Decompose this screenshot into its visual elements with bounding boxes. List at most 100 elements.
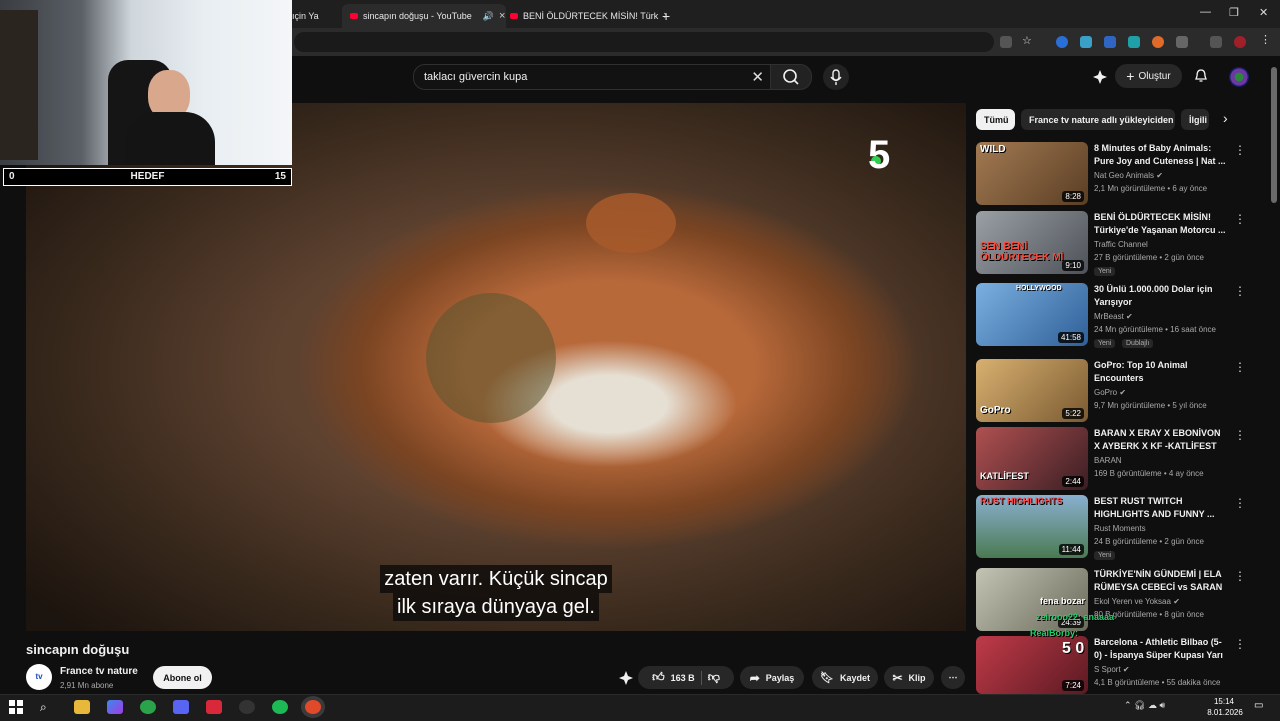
channel-name[interactable]: Traffic Channel <box>1094 240 1148 249</box>
channel-name[interactable]: GoPro ✔ <box>1094 388 1126 397</box>
more-options-icon[interactable]: ⋮ <box>1234 284 1246 298</box>
page-scrollbar[interactable] <box>1271 67 1277 203</box>
search-input[interactable]: taklacı güvercin kupa ✕ <box>413 64 771 90</box>
channel-name[interactable]: Nat Geo Animals ✔ <box>1094 171 1163 180</box>
video-thumbnail[interactable]: KATLİFEST 2:44 <box>976 427 1088 490</box>
more-options-icon[interactable]: ⋮ <box>1234 496 1246 510</box>
video-meta: 27 B görüntüleme • 2 gün önce <box>1094 253 1204 262</box>
video-thumbnail[interactable]: HOLLYWOOD 41:58 <box>976 283 1088 346</box>
video-title[interactable]: BARAN X ERAY X EBONİVON X AYBERK X KF -K… <box>1094 427 1226 454</box>
obs-icon[interactable] <box>239 700 255 714</box>
profile-avatar[interactable] <box>1234 36 1246 48</box>
video-title: sincapın doğuşu <box>26 642 130 657</box>
close-window-icon[interactable]: ✕ <box>1259 6 1268 19</box>
dislike-button[interactable]: 👎︎ <box>708 670 720 685</box>
chrome-active-icon[interactable] <box>305 700 321 714</box>
voice-search-button[interactable] <box>823 64 849 90</box>
search-button[interactable] <box>770 64 812 90</box>
browser-tab-active[interactable]: sincapın doğuşu - YouTube 🔊 × <box>342 4 506 28</box>
tray-icons[interactable]: ⌃ 🎧︎ ☁︎ 🔊︎ <box>1124 700 1165 711</box>
windows-start-icon[interactable] <box>8 700 24 714</box>
sparkle-icon[interactable] <box>1092 69 1108 85</box>
minimize-icon[interactable]: — <box>1200 6 1211 18</box>
youtube-favicon-icon <box>510 13 518 19</box>
notifications-bell-icon[interactable] <box>1193 68 1209 84</box>
more-options-icon[interactable]: ⋮ <box>1234 637 1246 651</box>
notification-center-icon[interactable]: ▭ <box>1254 700 1263 711</box>
extensions-puzzle-icon[interactable] <box>1176 36 1188 48</box>
like-button[interactable]: 👍︎ 163 B <box>652 670 695 685</box>
video-title[interactable]: BENİ ÖLDÜRTECEK MİSİN! Türkiye'de Yaşana… <box>1094 211 1226 237</box>
video-thumbnail[interactable]: WILD 8:28 <box>976 142 1088 205</box>
create-button[interactable]: + Oluştur <box>1115 64 1182 88</box>
bookmark-star-icon[interactable]: ☆ <box>1022 34 1034 47</box>
channel-name[interactable]: France tv nature <box>60 666 138 677</box>
video-meta: 24 B görüntüleme • 2 gün önce <box>1094 537 1204 546</box>
sparkle-icon[interactable] <box>618 670 634 686</box>
video-title[interactable]: GoPro: Top 10 Animal Encounters <box>1094 359 1226 385</box>
share-button[interactable]: ➦ Paylaş <box>740 666 804 689</box>
spotify-icon[interactable] <box>272 700 288 714</box>
more-options-icon[interactable]: ⋮ <box>1234 143 1246 157</box>
channel-name[interactable]: Rust Moments <box>1094 524 1146 533</box>
address-bar[interactable] <box>294 32 994 52</box>
clear-search-icon[interactable]: ✕ <box>751 68 764 86</box>
taskbar-time[interactable]: 15:14 <box>1206 697 1242 706</box>
install-icon[interactable] <box>1000 36 1012 48</box>
extension-icon[interactable] <box>1152 36 1164 48</box>
video-thumbnail[interactable]: 5 0 7:24 <box>976 636 1088 694</box>
copilot-icon[interactable] <box>107 700 123 714</box>
extension-icon[interactable] <box>1080 36 1092 48</box>
video-thumbnail[interactable]: SEN BENİ ÖLDÜRTECEK Mİ 9:10 <box>976 211 1088 274</box>
video-thumbnail[interactable]: RUST HIGHLIGHTS 11:44 <box>976 495 1088 558</box>
chrome-icon[interactable] <box>140 700 156 714</box>
channel-name[interactable]: Ekol Yeren ve Yoksaa ✔ <box>1094 597 1180 606</box>
webcam-overlay <box>0 0 292 165</box>
taskbar-date[interactable]: 8.01.2026 <box>1203 708 1247 717</box>
youtube-favicon-icon <box>350 13 358 19</box>
video-title[interactable]: Barcelona - Athletic Bilbao (5-0) - İspa… <box>1094 636 1226 663</box>
subtitle-line: ilk sıraya dünyaya gel. <box>393 593 599 621</box>
extension-icon[interactable] <box>1104 36 1116 48</box>
account-avatar[interactable] <box>1229 67 1249 87</box>
restore-icon[interactable]: ❐ <box>1229 6 1239 19</box>
app-x-icon[interactable] <box>206 700 222 714</box>
chat-message: RealBorby: <box>1030 628 1079 638</box>
channel-name[interactable]: BARAN <box>1094 456 1122 465</box>
video-title[interactable]: 30 Ünlü 1.000.000 Dolar için Yarışıyor <box>1094 283 1226 309</box>
new-badge: Yeni <box>1094 339 1116 348</box>
file-explorer-icon[interactable] <box>74 700 90 714</box>
video-title[interactable]: TÜRKİYE'NİN GÜNDEMİ | ELA RÜMEYSA CEBECİ… <box>1094 568 1226 594</box>
channel-avatar[interactable]: tv <box>26 664 52 690</box>
new-badge: Yeni <box>1094 267 1116 276</box>
more-actions-button[interactable]: ⋯ <box>941 666 965 689</box>
video-title[interactable]: 8 Minutes of Baby Animals: Pure Joy and … <box>1094 142 1226 168</box>
search-icon[interactable]: ⌕ <box>40 700 56 714</box>
save-button[interactable]: 🔖︎ Kaydet <box>812 666 878 689</box>
speaker-icon[interactable]: 🔊 <box>483 11 494 22</box>
more-options-icon[interactable]: ⋮ <box>1234 212 1246 226</box>
more-options-icon[interactable]: ⋮ <box>1234 428 1246 442</box>
subscribe-button[interactable]: Abone ol <box>153 666 212 689</box>
chip-from-uploader[interactable]: France tv nature adlı yükleyiciden <box>1021 109 1175 130</box>
more-options-icon[interactable]: ⋮ <box>1234 569 1246 583</box>
more-options-icon[interactable]: ⋮ <box>1234 360 1246 374</box>
extension-icon[interactable] <box>1056 36 1068 48</box>
chevron-right-icon[interactable]: › <box>1223 110 1228 126</box>
clip-button[interactable]: ✂ Klip <box>884 666 934 689</box>
channel-name[interactable]: S Sport ✔ <box>1094 665 1130 674</box>
chip-all[interactable]: Tümü <box>976 109 1015 130</box>
browser-tab[interactable]: BENİ ÖLDÜRTECEK MİSİN! Türk × <box>502 4 666 28</box>
chip-related[interactable]: İlgili <box>1181 109 1209 130</box>
browser-menu-icon[interactable]: ⋮ <box>1260 33 1272 46</box>
new-tab-button[interactable]: + <box>662 4 678 28</box>
video-title[interactable]: BEST RUST TWITCH HIGHLIGHTS AND FUNNY ..… <box>1094 495 1226 521</box>
share-label: Paylaş <box>765 672 795 683</box>
browser-tab[interactable]: ıçin Ya <box>292 4 332 28</box>
reading-list-icon[interactable] <box>1210 36 1222 48</box>
discord-icon[interactable] <box>173 700 189 714</box>
extension-icon[interactable] <box>1128 36 1140 48</box>
channel-name[interactable]: MrBeast ✔ <box>1094 312 1133 321</box>
video-thumbnail[interactable]: GoPro 5:22 <box>976 359 1088 422</box>
divider <box>700 670 702 685</box>
